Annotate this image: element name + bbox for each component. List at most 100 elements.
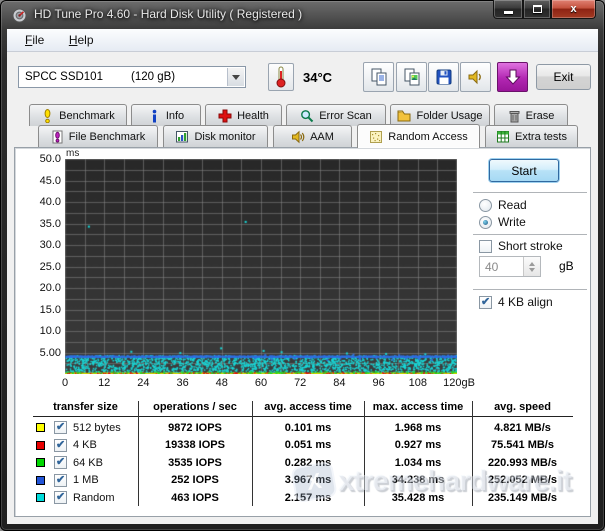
tab-label: Random Access bbox=[388, 131, 467, 143]
col-header: avg. access time bbox=[252, 401, 364, 415]
header-underline bbox=[33, 416, 573, 417]
maximize-button[interactable] bbox=[523, 0, 551, 19]
results-table: transfer size operations / sec avg. acce… bbox=[33, 401, 573, 507]
read-label: Read bbox=[498, 198, 527, 212]
max-access-value: 35.428 ms bbox=[364, 492, 472, 504]
y-tick: 30.0 bbox=[15, 239, 61, 251]
tab-folder-usage[interactable]: Folder Usage bbox=[390, 104, 490, 126]
title-bar[interactable]: HD Tune Pro 4.60 - Hard Disk Utility ( R… bbox=[0, 0, 605, 29]
tab-disk-monitor[interactable]: Disk monitor bbox=[163, 125, 268, 147]
short-stroke-label: Short stroke bbox=[498, 239, 563, 253]
file-benchmark-icon bbox=[51, 130, 64, 144]
series-color-swatch bbox=[36, 493, 45, 502]
exit-button[interactable]: Exit bbox=[536, 64, 591, 90]
spinner-buttons[interactable] bbox=[523, 257, 540, 276]
copy-image-icon bbox=[402, 67, 422, 87]
avg-speed-value: 235.149 MB/s bbox=[472, 492, 573, 504]
tab-label: File Benchmark bbox=[69, 131, 145, 143]
temperature-button[interactable] bbox=[268, 63, 294, 91]
maximize-icon bbox=[533, 5, 542, 13]
row-checkbox[interactable] bbox=[54, 421, 67, 434]
toolbar: SPCC SSD101 (120 gB) 34°C bbox=[7, 52, 598, 104]
max-access-value: 0.927 ms bbox=[364, 439, 472, 451]
avg-speed-value: 75.541 MB/s bbox=[472, 439, 573, 451]
speaker-button[interactable] bbox=[460, 62, 491, 92]
avg-speed-value: 4.821 MB/s bbox=[472, 422, 573, 434]
read-radio[interactable]: Read bbox=[479, 198, 527, 212]
series-color-swatch bbox=[36, 476, 45, 485]
gb-unit-label: gB bbox=[559, 259, 574, 273]
drive-name: SPCC SSD101 bbox=[25, 71, 103, 83]
benchmark-icon bbox=[41, 109, 54, 123]
align-checkbox[interactable]: 4 KB align bbox=[479, 295, 553, 309]
save-button[interactable] bbox=[428, 62, 459, 92]
copy-text-icon bbox=[369, 67, 389, 87]
tab-erase[interactable]: Erase bbox=[494, 104, 568, 126]
copy-text-button[interactable] bbox=[363, 62, 394, 92]
tab-benchmark[interactable]: Benchmark bbox=[29, 104, 127, 126]
tab-label: Info bbox=[166, 110, 184, 122]
tab-random-access[interactable]: Random Access bbox=[357, 124, 480, 148]
tab-health[interactable]: Health bbox=[205, 104, 282, 126]
transfer-size-label: Random bbox=[73, 492, 115, 504]
tab-info[interactable]: Info bbox=[131, 104, 201, 126]
random-access-panel: ms 50.0 45.0 40.0 35.0 30.0 25.0 20.0 15… bbox=[14, 147, 591, 517]
short-stroke-value: 40 bbox=[485, 260, 498, 274]
window-title: HD Tune Pro 4.60 - Hard Disk Utility ( R… bbox=[34, 7, 302, 21]
checkbox-icon bbox=[479, 240, 492, 253]
row-checkbox[interactable] bbox=[54, 439, 67, 452]
x-tick: 60 bbox=[255, 377, 267, 389]
x-tick: 0 bbox=[62, 377, 68, 389]
divider bbox=[473, 192, 587, 193]
update-button[interactable] bbox=[497, 62, 528, 92]
write-radio[interactable]: Write bbox=[479, 215, 526, 229]
drive-size: (120 gB) bbox=[131, 71, 175, 83]
short-stroke-checkbox[interactable]: Short stroke bbox=[479, 239, 563, 253]
short-stroke-size-field[interactable]: 40 bbox=[479, 256, 541, 277]
start-label: Start bbox=[511, 164, 536, 178]
tab-label: Extra tests bbox=[515, 131, 567, 143]
ops-value: 252 IOPS bbox=[138, 474, 252, 486]
tab-extra-tests[interactable]: Extra tests bbox=[485, 125, 578, 147]
temperature-value: 34°C bbox=[303, 70, 332, 85]
y-tick: 10.0 bbox=[15, 325, 61, 337]
y-tick: 40.0 bbox=[15, 196, 61, 208]
minimize-button[interactable] bbox=[493, 0, 523, 19]
radio-icon bbox=[479, 199, 492, 212]
menu-help[interactable]: Help bbox=[59, 29, 104, 47]
series-color-swatch bbox=[36, 458, 45, 467]
checkbox-checked-icon bbox=[479, 296, 492, 309]
x-tick: 108 bbox=[409, 377, 427, 389]
start-button[interactable]: Start bbox=[489, 159, 559, 182]
tab-label: Erase bbox=[526, 110, 555, 122]
menu-file[interactable]: File bbox=[15, 29, 54, 47]
close-button[interactable]: x bbox=[551, 0, 596, 19]
tab-file-benchmark[interactable]: File Benchmark bbox=[38, 125, 158, 147]
table-row: 4 KB 19338 IOPS 0.051 ms 0.927 ms 75.541… bbox=[33, 437, 573, 454]
app-window: HD Tune Pro 4.60 - Hard Disk Utility ( R… bbox=[0, 0, 605, 531]
extra-tests-icon bbox=[496, 130, 510, 143]
row-checkbox[interactable] bbox=[54, 456, 67, 469]
row-checkbox[interactable] bbox=[54, 474, 67, 487]
transfer-size-label: 512 bytes bbox=[73, 422, 121, 434]
tab-aam[interactable]: AAM bbox=[273, 125, 352, 147]
random-access-icon bbox=[369, 130, 383, 144]
avg-speed-value: 220.993 MB/s bbox=[472, 457, 573, 469]
row-checkbox[interactable] bbox=[54, 491, 67, 504]
y-tick: 50.0 bbox=[15, 153, 61, 165]
y-tick: 35.0 bbox=[15, 218, 61, 230]
avg-speed-value: 252.052 MB/s bbox=[472, 474, 573, 486]
avg-access-value: 2.157 ms bbox=[252, 492, 364, 504]
x-tick: 12 bbox=[98, 377, 110, 389]
ops-value: 9872 IOPS bbox=[138, 422, 252, 434]
tab-error-scan[interactable]: Error Scan bbox=[286, 104, 386, 126]
thermometer-icon bbox=[274, 66, 288, 88]
drive-select[interactable]: SPCC SSD101 (120 gB) bbox=[18, 66, 246, 88]
table-row: 512 bytes 9872 IOPS 0.101 ms 1.968 ms 4.… bbox=[33, 419, 573, 436]
health-icon bbox=[218, 109, 232, 123]
copy-image-button[interactable] bbox=[396, 62, 427, 92]
max-access-value: 34.238 ms bbox=[364, 474, 472, 486]
ops-value: 3535 IOPS bbox=[138, 457, 252, 469]
transfer-size-label: 64 KB bbox=[73, 457, 103, 469]
col-header: operations / sec bbox=[138, 401, 252, 415]
